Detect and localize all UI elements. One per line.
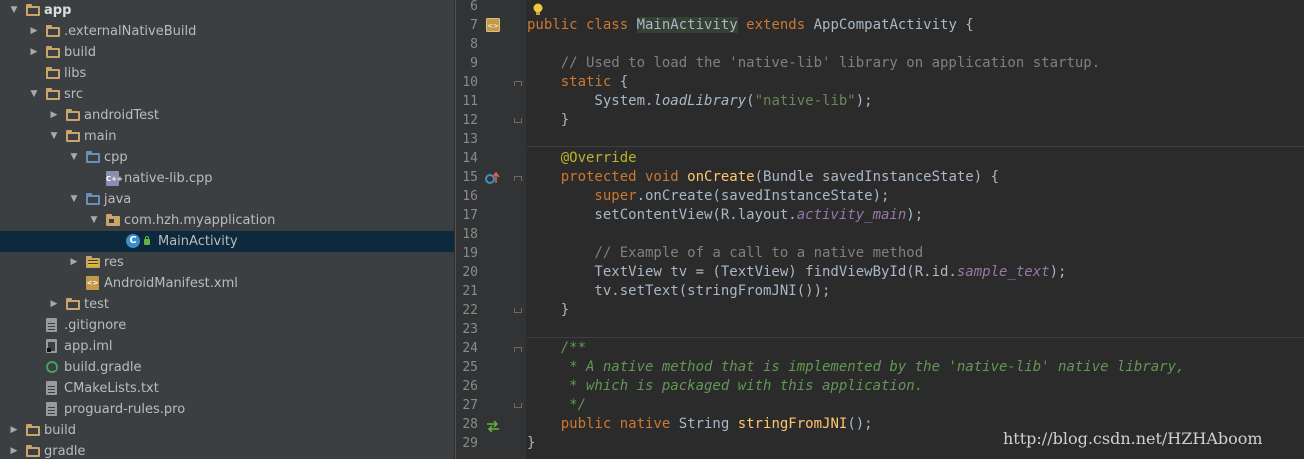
code-token: public native [527,416,679,432]
fold-marker-close-icon[interactable] [514,118,522,123]
related-layout-icon[interactable]: <> [486,17,500,36]
line-number: 11 [462,94,478,109]
fold-marker-open-icon[interactable] [514,81,522,86]
code-token: setContentView(R.layout. [527,207,797,223]
code-line[interactable]: /** [527,339,586,358]
native-link-icon[interactable] [486,417,500,436]
code-token: super [527,188,637,204]
code-line[interactable]: protected void onCreate(Bundle savedInst… [527,168,999,187]
code-token: ); [906,207,924,223]
code-line[interactable]: public class MainActivity extends AppCom… [527,16,974,35]
code-token: stringFromJNI [737,416,848,432]
line-number: 13 [462,132,478,147]
fold-marker-open-icon[interactable] [514,347,522,352]
code-line[interactable]: } [527,111,569,130]
code-line[interactable]: @Override [527,149,637,168]
line-number: 15 [462,170,478,185]
code-token: (); [847,416,873,432]
svg-text:<>: <> [487,22,499,30]
code-token: sample_text [956,264,1050,280]
line-number: 27 [462,398,478,413]
code-token: // Used to load the 'native-lib' library… [527,55,1101,71]
code-token: * A native method that is implemented by… [527,359,1185,375]
code-token: TextView tv = (TextView) findViewById(R.… [527,264,957,280]
code-token: static [527,74,620,90]
code-token: (Bundle savedInstanceState) { [754,169,1000,185]
code-token: AppCompatActivity { [813,17,974,33]
line-number: 9 [470,56,478,71]
line-number: 6 [470,0,478,14]
method-separator [527,337,1304,338]
code-line[interactable]: static { [527,73,628,92]
code-line[interactable]: // Used to load the 'native-lib' library… [527,54,1100,73]
code-line[interactable]: // Example of a call to a native method [527,244,923,263]
code-token: .onCreate(savedInstanceState); [636,188,890,204]
code-token: ); [855,93,873,109]
code-token: } [527,112,570,128]
line-number: 19 [462,246,478,261]
code-token: /** [527,340,587,356]
fold-marker-close-icon[interactable] [514,308,522,313]
code-token: loadLibrary [653,93,747,109]
code-token: tv.setText(stringFromJNI()); [527,283,831,299]
fold-marker-open-icon[interactable] [514,176,522,181]
code-token: System. [527,93,654,109]
code-token: MainActivity [636,17,738,33]
line-number: 7 [470,18,478,33]
code-token: protected void [527,169,688,185]
code-token: onCreate [687,169,755,185]
code-token: ); [1049,264,1067,280]
code-line[interactable]: */ [527,396,586,415]
code-token: */ [527,397,587,413]
code-token: public class [527,17,637,33]
code-token: // Example of a call to a native method [527,245,924,261]
code-token: @Override [527,150,637,166]
line-number: 21 [462,284,478,299]
line-number: 26 [462,379,478,394]
line-number: 8 [470,37,478,52]
line-number: 16 [462,189,478,204]
line-number: 25 [462,360,478,375]
intention-bulb-icon[interactable] [533,1,543,15]
line-number: 28 [462,417,478,432]
code-line[interactable]: * which is packaged with this applicatio… [527,377,923,396]
ide-window: ▼ app ▶ .externalNativeBuild ▶ build libs ▼ src ▶… [0,0,1304,459]
code-token: } [527,435,536,451]
code-token: } [527,302,570,318]
code-line[interactable]: super.onCreate(savedInstanceState); [527,187,889,206]
line-number: 14 [462,151,478,166]
code-token: { [619,74,629,90]
watermark-text: http://blog.csdn.net/HZHAboom [1003,429,1263,448]
code-line[interactable]: * A native method that is implemented by… [527,358,1184,377]
line-number: 22 [462,303,478,318]
method-separator [527,146,1304,147]
fold-marker-close-icon[interactable] [514,403,522,408]
line-number: 23 [462,322,478,337]
line-number: 10 [462,75,478,90]
code-line[interactable]: System.loadLibrary("native-lib"); [527,92,873,111]
code-token: ( [746,93,755,109]
line-number: 12 [462,113,478,128]
code-line[interactable]: } [527,301,569,320]
line-number: 29 [462,436,478,451]
code-token: String [678,416,738,432]
code-line[interactable]: setContentView(R.layout.activity_main); [527,206,923,225]
code-line[interactable]: TextView tv = (TextView) findViewById(R.… [527,263,1066,282]
code-token: activity_main [796,207,907,223]
code-token: * which is packaged with this applicatio… [527,378,924,394]
code-line[interactable]: public native String stringFromJNI(); [527,415,873,434]
code-token: extends [737,17,814,33]
override-method-icon[interactable] [485,170,501,189]
code-token: "native-lib" [754,93,856,109]
line-number: 18 [462,227,478,242]
line-number: 20 [462,265,478,280]
line-number: 24 [462,341,478,356]
code-line[interactable]: tv.setText(stringFromJNI()); [527,282,830,301]
code-line[interactable]: } [527,434,535,453]
line-number: 17 [462,208,478,223]
